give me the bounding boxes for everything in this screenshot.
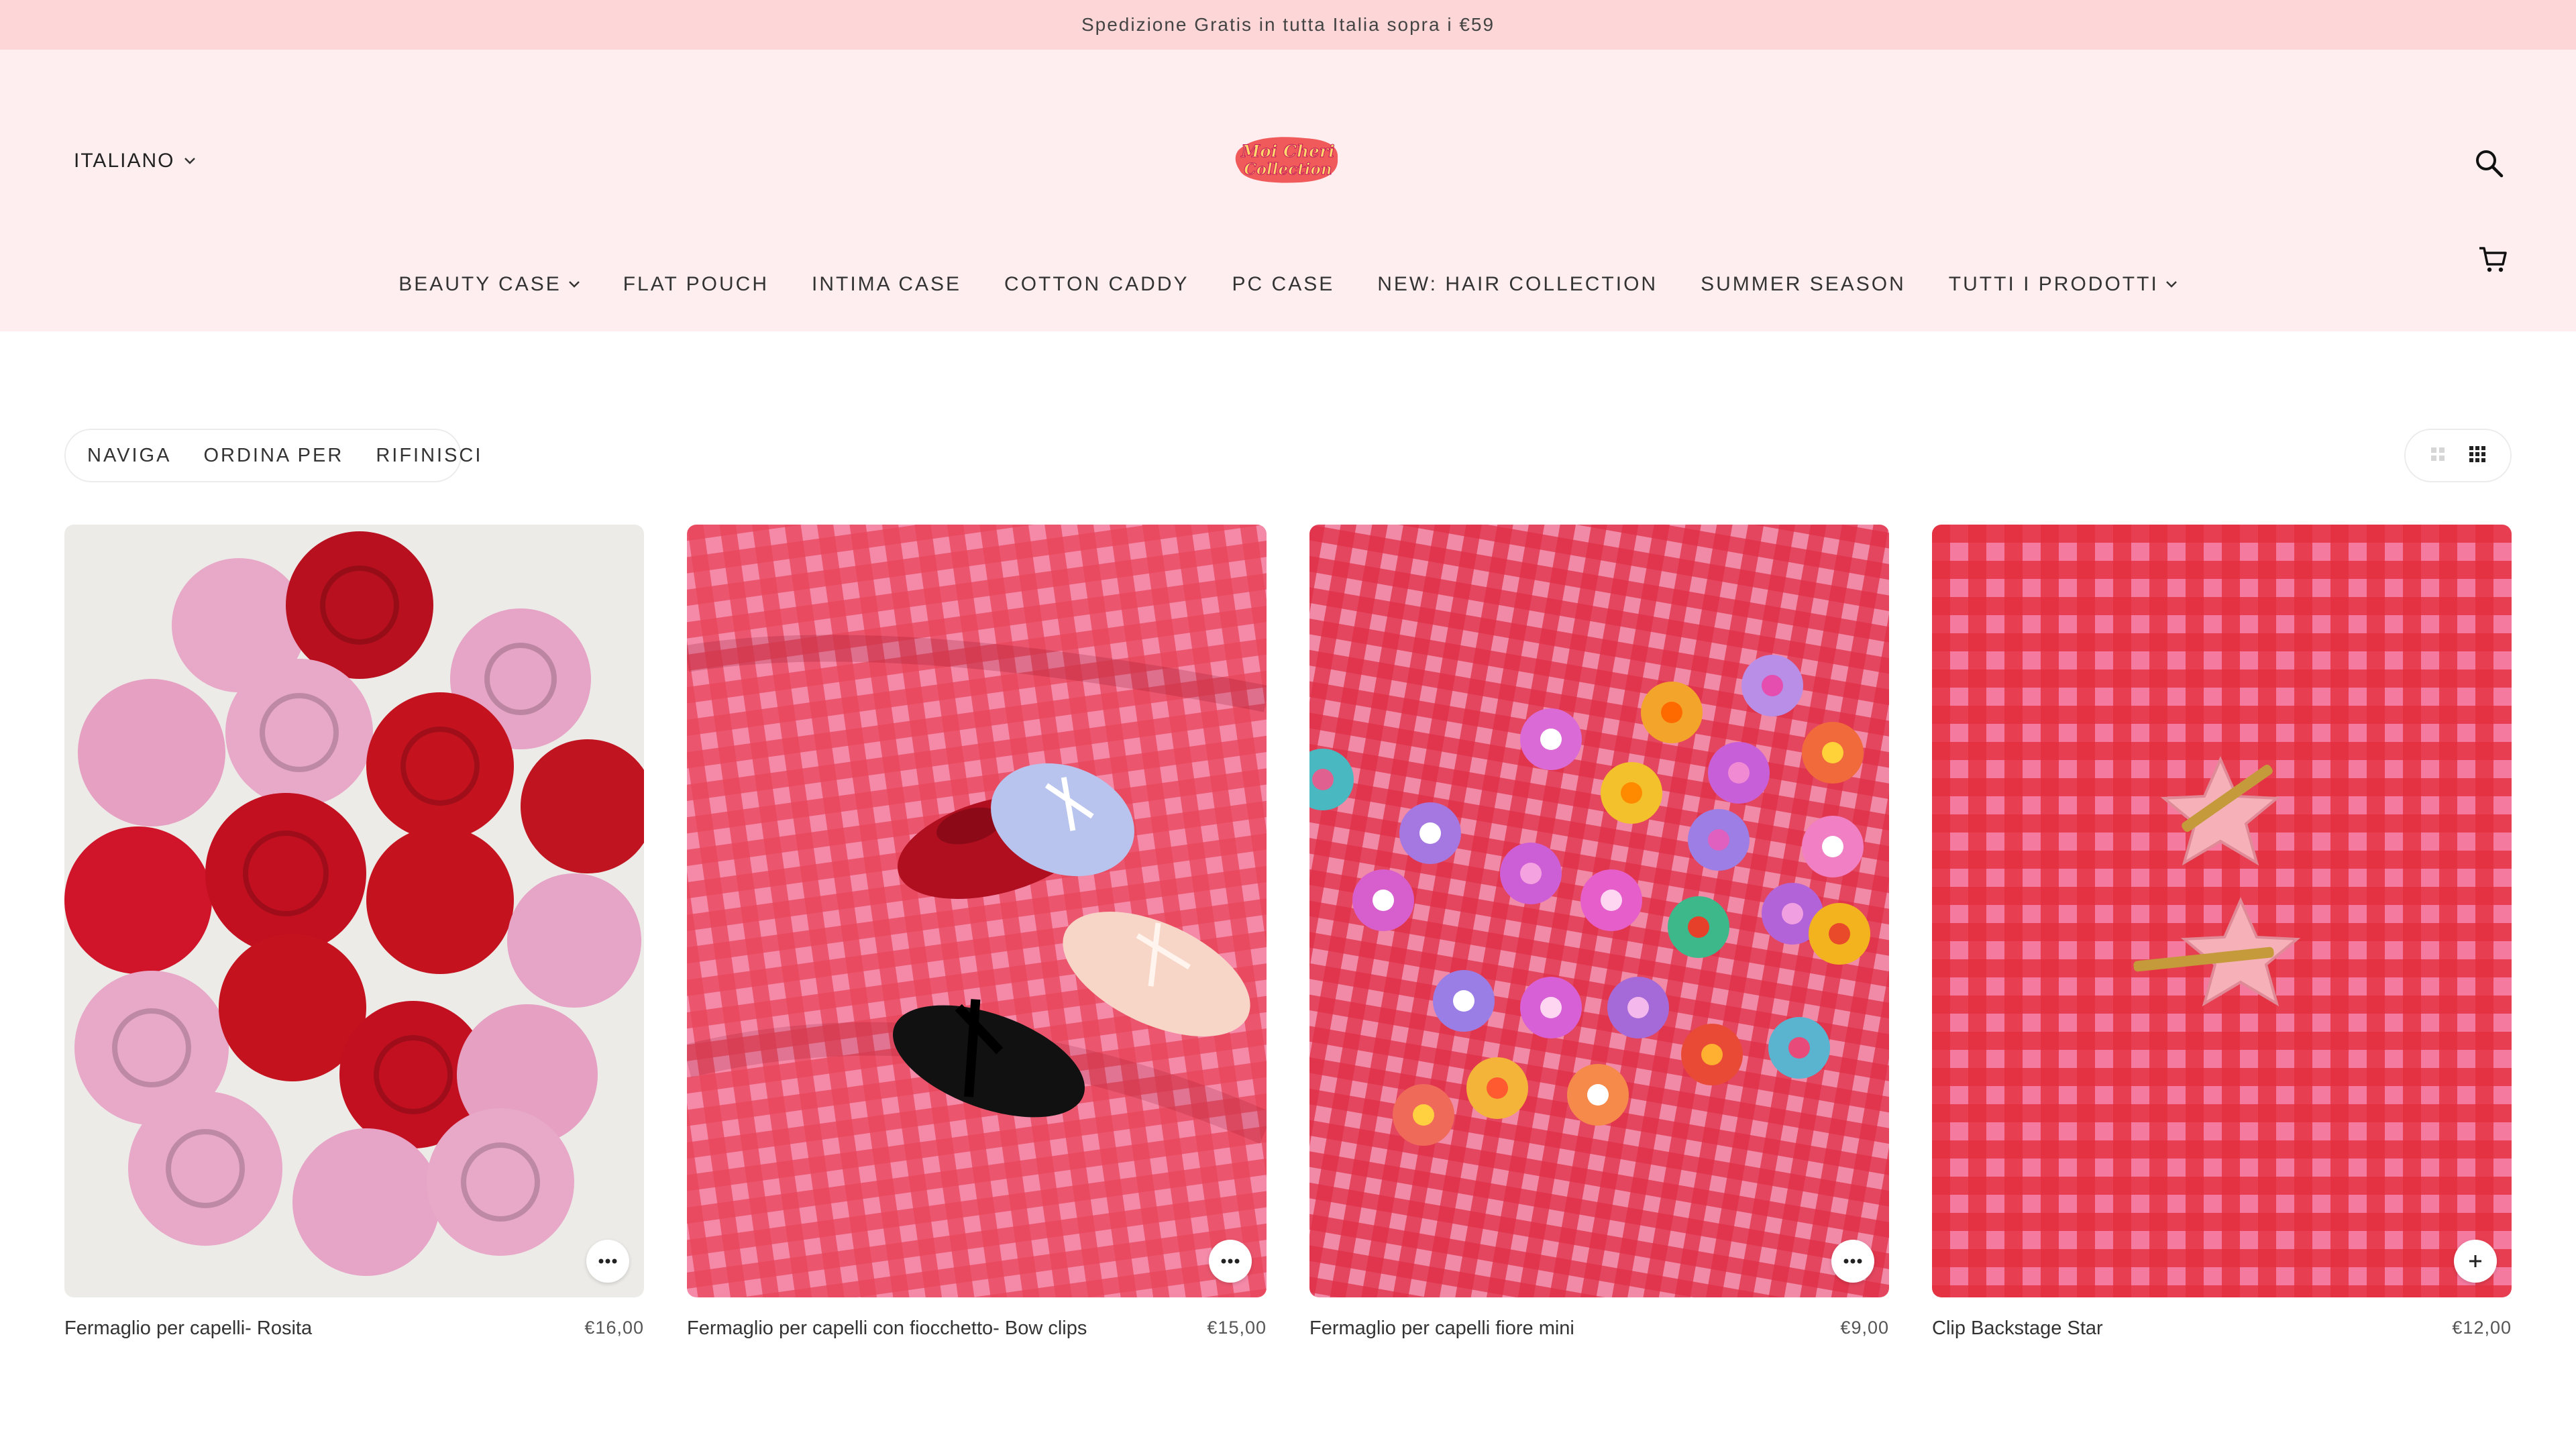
search-icon[interactable] (2473, 147, 2505, 179)
nav-label: TUTTI I PRODOTTI (1948, 273, 2159, 295)
grid-view-toggle (2404, 429, 2512, 482)
product-title[interactable]: Fermaglio per capelli con fiocchetto- Bo… (687, 1318, 1087, 1340)
announcement-bar: Spedizione Gratis in tutta Italia sopra … (0, 0, 2576, 50)
chevron-down-icon (568, 281, 580, 288)
product-info: Fermaglio per capelli con fiocchetto- Bo… (687, 1318, 1267, 1340)
nav-label: FLAT POUCH (623, 273, 769, 295)
product-image[interactable] (687, 525, 1267, 1297)
nav-label: INTIMA CASE (812, 273, 962, 295)
product-info: Fermaglio per capelli- Rosita €16,00 (64, 1318, 644, 1340)
product-card[interactable]: Fermaglio per capelli con fiocchetto- Bo… (687, 525, 1267, 1340)
product-price: €9,00 (1840, 1318, 1889, 1338)
quick-view-button[interactable] (1209, 1240, 1252, 1283)
main-navigation: BEAUTY CASE FLAT POUCH INTIMA CASE COTTO… (0, 266, 2576, 303)
product-price: €16,00 (584, 1318, 644, 1338)
filter-bar: NAVIGA ORDINA PER RIFINISCI (64, 429, 480, 482)
more-icon (598, 1258, 617, 1264)
nav-item-pc-case[interactable]: PC CASE (1232, 273, 1335, 296)
product-card[interactable]: Fermaglio per capelli- Rosita €16,00 (64, 525, 644, 1340)
product-image[interactable] (1932, 525, 2512, 1297)
logo-line1: Moi Cheri (1240, 142, 1334, 161)
grid-3-icon[interactable] (2469, 445, 2485, 466)
product-title[interactable]: Fermaglio per capelli- Rosita (64, 1318, 312, 1340)
product-price: €15,00 (1207, 1318, 1267, 1338)
more-icon (1843, 1258, 1862, 1264)
product-card[interactable]: Fermaglio per capelli fiore mini €9,00 (1309, 525, 1889, 1340)
nav-item-intima-case[interactable]: INTIMA CASE (812, 273, 961, 296)
nav-label: SUMMER SEASON (1701, 273, 1906, 295)
nav-label: PC CASE (1232, 273, 1335, 295)
product-info: Fermaglio per capelli fiore mini €9,00 (1309, 1318, 1889, 1340)
grid-2-icon[interactable] (2430, 447, 2445, 465)
more-icon (1221, 1258, 1240, 1264)
announcement-text: Spedizione Gratis in tutta Italia sopra … (1081, 14, 1495, 35)
nav-item-cotton-caddy[interactable]: COTTON CADDY (1004, 273, 1189, 296)
chevron-down-icon (2165, 281, 2177, 288)
quick-view-button[interactable] (586, 1240, 629, 1283)
language-label: ITALIANO (74, 150, 175, 172)
sort-button[interactable]: ORDINA PER (203, 445, 343, 467)
nav-item-flat-pouch[interactable]: FLAT POUCH (623, 273, 769, 296)
product-title[interactable]: Fermaglio per capelli fiore mini (1309, 1318, 1574, 1340)
chevron-down-icon (184, 158, 196, 164)
product-image[interactable] (1309, 525, 1889, 1297)
site-header: ITALIANO Moi Cheri Collection BEAUTY CAS… (0, 50, 2576, 331)
brand-logo[interactable]: Moi Cheri Collection (1232, 131, 1344, 186)
language-selector[interactable]: ITALIANO (74, 148, 196, 174)
nav-item-all-products[interactable]: TUTTI I PRODOTTI (1949, 273, 2178, 296)
logo-line2: Collection (1244, 160, 1332, 178)
browse-button[interactable]: NAVIGA (87, 445, 171, 467)
nav-item-beauty-case[interactable]: BEAUTY CASE (398, 273, 580, 296)
product-info: Clip Backstage Star €12,00 (1932, 1318, 2512, 1340)
product-image[interactable] (64, 525, 644, 1297)
nav-item-hair-collection[interactable]: NEW: HAIR COLLECTION (1377, 273, 1658, 296)
quick-view-button[interactable] (1831, 1240, 1874, 1283)
plus-icon (2469, 1255, 2481, 1267)
product-title[interactable]: Clip Backstage Star (1932, 1318, 2103, 1340)
nav-label: NEW: HAIR COLLECTION (1377, 273, 1658, 295)
nav-label: COTTON CADDY (1004, 273, 1189, 295)
product-price: €12,00 (2452, 1318, 2512, 1338)
refine-button[interactable]: RIFINISCI (376, 445, 482, 467)
quick-add-button[interactable] (2454, 1240, 2497, 1283)
nav-label: BEAUTY CASE (398, 273, 561, 295)
product-card[interactable]: Clip Backstage Star €12,00 (1932, 525, 2512, 1340)
nav-item-summer-season[interactable]: SUMMER SEASON (1701, 273, 1906, 296)
